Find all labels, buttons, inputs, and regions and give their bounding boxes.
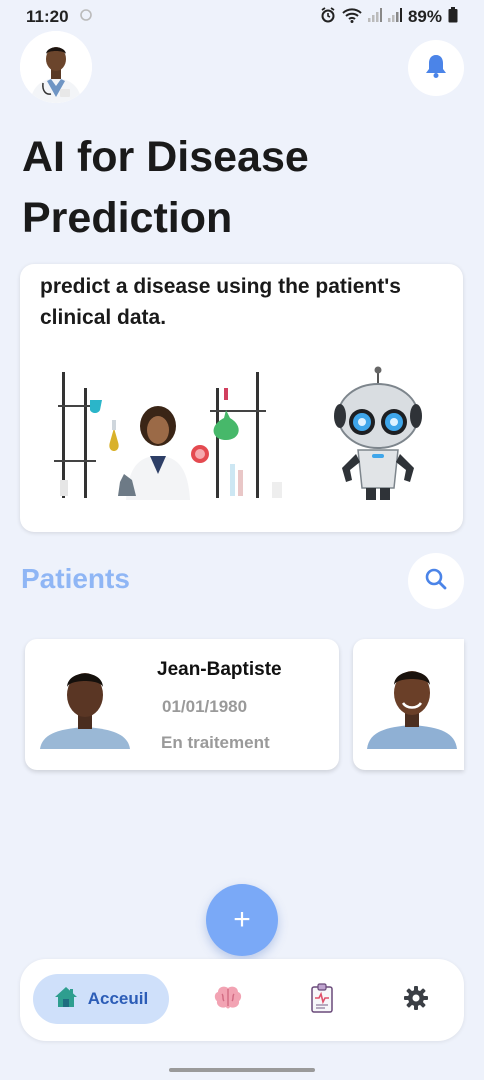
home-indicator[interactable] (169, 1068, 315, 1072)
add-patient-button[interactable]: + (206, 884, 278, 956)
section-title-patients: Patients (21, 563, 130, 594)
gear-icon (403, 985, 429, 1016)
status-bar: 11:20 89% (0, 0, 484, 34)
notification-button[interactable] (408, 40, 464, 96)
wifi-icon (342, 7, 362, 28)
patient-card[interactable]: Jean-Baptiste 01/01/1980 En traitement (25, 639, 339, 770)
brain-icon (213, 985, 243, 1016)
patient-photo (367, 657, 457, 749)
hero-card: predict a disease using the patient's cl… (20, 264, 463, 532)
page-title: AI for Disease Prediction (22, 133, 309, 242)
search-icon (424, 567, 448, 596)
doctor-avatar[interactable] (20, 31, 92, 103)
bell-icon (424, 53, 448, 84)
battery-icon (448, 6, 458, 28)
patient-status: En traitement (161, 733, 270, 752)
nav-item-home[interactable]: Acceuil (33, 974, 169, 1024)
nav-item-prediction[interactable] (213, 985, 243, 1015)
nav-item-reports[interactable] (307, 982, 337, 1018)
plus-icon: + (233, 903, 251, 936)
notification-dot-icon (79, 7, 93, 27)
signal-icon (387, 7, 402, 27)
patient-card[interactable] (353, 639, 464, 770)
bottom-navigation: Acceuil (20, 959, 464, 1041)
battery-percent: 89% (407, 7, 442, 26)
patient-photo (40, 657, 130, 749)
search-button[interactable] (408, 553, 464, 609)
robot-illustration (332, 364, 428, 504)
status-time: 11:20 (26, 7, 69, 26)
lab-scientist-illustration (40, 370, 292, 500)
patient-name: Jean-Baptiste (157, 659, 282, 680)
alarm-icon (320, 6, 336, 28)
nav-item-settings[interactable] (401, 985, 431, 1015)
patient-dob: 01/01/1980 (162, 697, 248, 716)
clipboard-report-icon (310, 982, 334, 1018)
home-icon (54, 986, 78, 1013)
signal-icon (367, 7, 382, 27)
nav-item-home-label: Acceuil (87, 989, 149, 1008)
hero-description: predict a disease using the patient's cl… (40, 275, 401, 329)
